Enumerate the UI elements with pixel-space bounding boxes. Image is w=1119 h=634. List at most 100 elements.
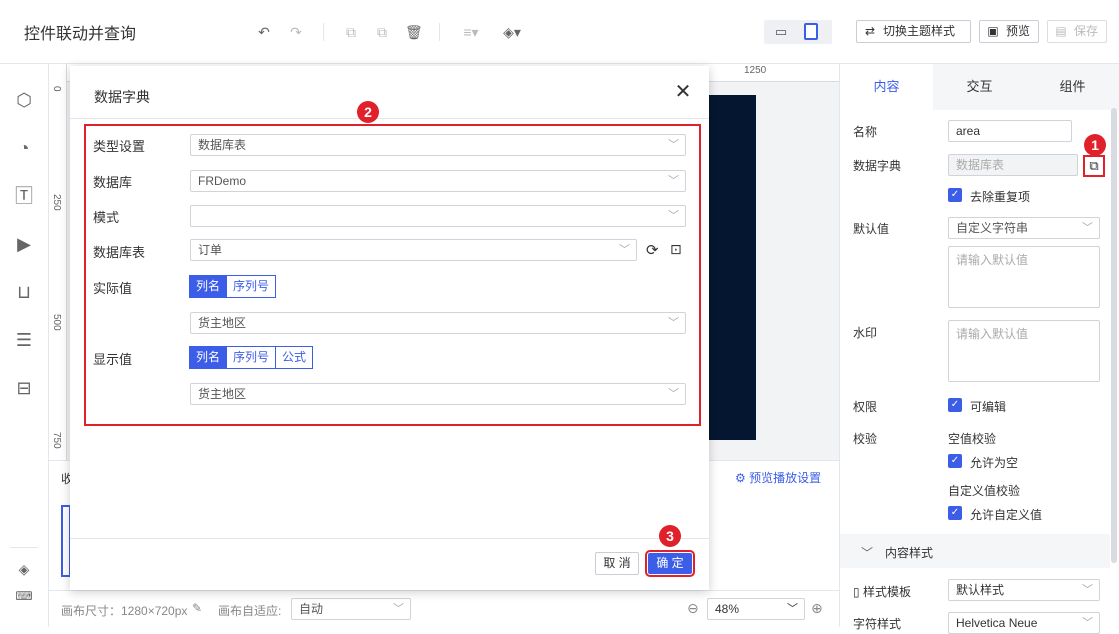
tablet-icon[interactable] (804, 23, 818, 40)
chevron-down-icon: ﹀ (787, 603, 798, 615)
default-label: 默认值 (853, 222, 890, 236)
edit-icon[interactable]: ✎ (192, 601, 202, 615)
chevron-down-icon: ﹀ (668, 139, 679, 151)
switch-theme-button[interactable]: ⇄ 切换主题样式 (856, 20, 971, 43)
allow-null-checkbox[interactable]: ✓ (948, 454, 962, 468)
preview-play-label: 预览播放设置 (749, 471, 822, 485)
preview-play-settings[interactable]: ⚙ 预览播放设置 (735, 469, 821, 486)
type-select[interactable]: 数据库表 ﹀ (190, 134, 686, 156)
switch-theme-label: 切换主题样式 (883, 24, 956, 38)
style-template-value: 默认样式 (956, 583, 1005, 597)
default-type-value: 自定义字符串 (956, 221, 1029, 235)
chevron-down-icon: ﹀ (1082, 584, 1093, 596)
preview-button[interactable]: ▣ 预览 (979, 20, 1039, 43)
paste-icon[interactable]: ⧉ (374, 24, 390, 40)
default-value-textarea[interactable]: 请输入默认值 (948, 246, 1100, 308)
chevron-down-icon: ﹀ (861, 546, 874, 560)
actual-tab-index[interactable]: 序列号 (226, 275, 277, 298)
align-icon[interactable]: ≡▾ (459, 24, 483, 40)
name-input[interactable]: area (948, 120, 1072, 142)
right-panel-scrollbar[interactable] (1111, 108, 1117, 563)
dictionary-value: 数据库表 (956, 158, 1005, 172)
ruler-mark: 0 (51, 86, 62, 92)
schema-select[interactable]: ﹀ (190, 205, 686, 227)
refresh-icon[interactable]: ⟳ (646, 241, 659, 259)
watermark-placeholder: 请输入默认值 (956, 327, 1029, 341)
zoom-out-icon[interactable]: ⊖ (687, 600, 699, 617)
adapt-value: 自动 (299, 602, 324, 616)
default-type-select[interactable]: 自定义字符串 ﹀ (948, 217, 1100, 239)
layer-icon[interactable]: ◈▾ (500, 24, 524, 40)
inbox-icon[interactable]: ⊔ (12, 280, 36, 304)
display-column-value: 货主地区 (198, 387, 247, 401)
cancel-button[interactable]: 取 消 (595, 552, 639, 575)
watermark-textarea[interactable]: 请输入默认值 (948, 320, 1100, 382)
display-tab-formula[interactable]: 公式 (275, 346, 314, 369)
style-template-select[interactable]: 默认样式 ﹀ (948, 579, 1100, 601)
step-badge-2: 2 (357, 101, 379, 123)
canvas-widget[interactable] (706, 95, 756, 440)
component-cube-icon[interactable]: ⬡ (12, 88, 36, 112)
right-property-panel: 内容 交互 组件 名称 area 数据字典 数据库表 ⧉ ✓ 去除重复项 默认值… (839, 64, 1119, 634)
dialog-title: 数据字典 (94, 89, 150, 105)
table-icon[interactable]: ☰ (12, 328, 36, 352)
undo-icon[interactable]: ↶ (256, 24, 272, 40)
actual-column-select[interactable]: 货主地区 ﹀ (190, 312, 686, 334)
zoom-in-icon[interactable]: ⊕ (811, 600, 823, 617)
desktop-icon[interactable]: ▭ (773, 24, 789, 40)
canvas-adapt-select[interactable]: 自动 ﹀ (291, 598, 411, 620)
redo-icon[interactable]: ↷ (288, 24, 304, 40)
tab-component[interactable]: 组件 (1026, 64, 1119, 110)
text-icon[interactable]: 🅃 (12, 184, 36, 208)
save-button[interactable]: ▤ 保存 (1047, 20, 1107, 43)
zoom-select[interactable]: 48% ﹀ (707, 598, 805, 620)
display-tab-column[interactable]: 列名 (189, 346, 228, 369)
table-value: 订单 (198, 243, 223, 257)
table-select[interactable]: 订单 ﹀ (190, 239, 637, 261)
close-icon[interactable]: ✕ (673, 82, 693, 102)
database-select[interactable]: FRDemo ﹀ (190, 170, 686, 192)
permission-label: 权限 (853, 400, 878, 414)
display-column-select[interactable]: 货主地区 ﹀ (190, 383, 686, 405)
chevron-down-icon: ﹀ (1082, 617, 1093, 629)
content-style-section[interactable]: ﹀ 内容样式 (840, 534, 1110, 568)
dictionary-edit-icon[interactable]: ⧉ (1083, 155, 1105, 177)
database-label: 数据库 (93, 175, 133, 190)
dedupe-label: 去除重复项 (970, 190, 1031, 204)
tab-interaction[interactable]: 交互 (933, 64, 1026, 110)
editable-label: 可编辑 (970, 400, 1007, 414)
validate-label: 校验 (853, 432, 878, 446)
font-style-select[interactable]: Helvetica Neue ﹀ (948, 612, 1100, 634)
editable-checkbox[interactable]: ✓ (948, 398, 962, 412)
dialog-footer-divider (70, 538, 709, 539)
chevron-down-icon: ﹀ (668, 317, 679, 329)
display-value-mode: 列名 序列号 公式 (189, 346, 314, 369)
ok-button[interactable]: 确 定 (645, 550, 695, 577)
allow-custom-checkbox[interactable]: ✓ (948, 506, 962, 520)
allow-custom-label: 允许自定义值 (970, 508, 1043, 522)
keyboard-icon[interactable]: ⌨ (12, 584, 36, 608)
display-tab-index[interactable]: 序列号 (226, 346, 277, 369)
archive-icon[interactable]: ⊟ (12, 376, 36, 400)
copy-icon[interactable]: ⧉ (343, 24, 359, 40)
zoom-value: 48% (715, 602, 740, 616)
swap-icon: ⇄ (864, 24, 876, 38)
chevron-down-icon: ﹀ (668, 388, 679, 400)
actual-value-label: 实际值 (93, 281, 133, 296)
table-label: 数据库表 (93, 245, 146, 260)
default-placeholder: 请输入默认值 (956, 253, 1029, 267)
dedupe-checkbox[interactable]: ✓ (948, 188, 962, 202)
custom-check-label: 自定义值校验 (948, 484, 1021, 498)
layers-icon[interactable]: ◈ (12, 557, 36, 581)
media-icon[interactable]: ▶ (12, 232, 36, 256)
delete-icon[interactable]: 🗑 (405, 24, 423, 40)
ruler-mark: 250 (51, 194, 62, 211)
save-icon: ▤ (1055, 24, 1067, 38)
actual-tab-column[interactable]: 列名 (189, 275, 228, 298)
table-preview-icon[interactable]: ⊡ (670, 241, 682, 258)
chart-pie-icon[interactable]: ◔ (12, 136, 36, 160)
chevron-down-icon: ﹀ (393, 603, 404, 615)
actual-column-value: 货主地区 (198, 316, 247, 330)
ruler-mark: 1250 (744, 65, 767, 76)
tab-content[interactable]: 内容 (840, 64, 933, 110)
